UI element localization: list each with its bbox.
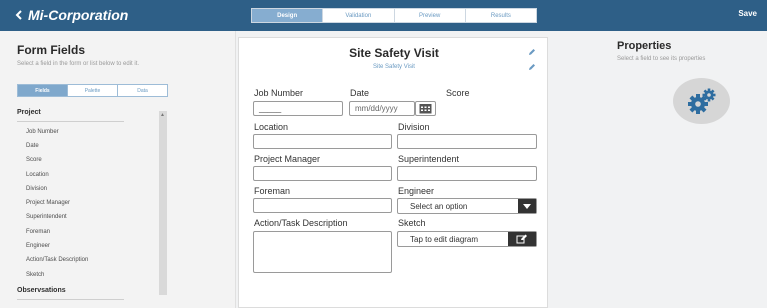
gears-icon bbox=[673, 78, 730, 124]
sketch-value: Tap to edit diagram bbox=[410, 234, 479, 244]
tab-palette[interactable]: Palette bbox=[67, 85, 117, 96]
panel-subtitle: Select a field in the form or list below… bbox=[17, 61, 140, 67]
engineer-select-value: Select an option bbox=[410, 201, 468, 211]
calendar-icon bbox=[419, 104, 432, 114]
list-item[interactable]: Foreman bbox=[26, 229, 50, 235]
divider bbox=[17, 121, 124, 122]
location-label: Location bbox=[254, 122, 289, 132]
mode-tabs: Design Validation Preview Results bbox=[251, 8, 537, 23]
calendar-button[interactable] bbox=[415, 101, 436, 116]
list-item[interactable]: Engineer bbox=[26, 243, 50, 249]
list-item[interactable]: Superintendent bbox=[26, 214, 67, 220]
scroll-up-icon[interactable]: ▲ bbox=[160, 112, 165, 118]
back-button[interactable]: Mi-Corporation bbox=[15, 7, 128, 23]
form-subtitle[interactable]: Site Safety Visit bbox=[239, 64, 549, 70]
tab-validation[interactable]: Validation bbox=[322, 9, 393, 22]
edit-diagram-icon[interactable] bbox=[508, 232, 536, 246]
form-title[interactable]: Site Safety Visit bbox=[239, 46, 549, 60]
edit-title-icon[interactable] bbox=[528, 48, 536, 56]
project-manager-label: Project Manager bbox=[254, 154, 321, 164]
job-number-field[interactable]: _____ bbox=[253, 101, 343, 116]
list-item[interactable]: Division bbox=[26, 186, 47, 192]
sketch-label: Sketch bbox=[398, 218, 426, 228]
properties-subtitle: Select a field to see its properties bbox=[617, 56, 706, 62]
foreman-label: Foreman bbox=[254, 186, 291, 196]
project-manager-field[interactable] bbox=[253, 166, 392, 181]
tab-results[interactable]: Results bbox=[464, 9, 536, 22]
engineer-label: Engineer bbox=[398, 186, 435, 196]
chevron-down-icon bbox=[518, 199, 536, 213]
group-observations[interactable]: Observsations bbox=[17, 287, 66, 294]
action-task-textarea[interactable] bbox=[253, 231, 392, 273]
list-item[interactable]: Project Manager bbox=[26, 200, 70, 206]
list-item[interactable]: Action/Task Description bbox=[26, 257, 88, 263]
save-button[interactable]: Save bbox=[738, 9, 757, 18]
tab-design[interactable]: Design bbox=[252, 9, 323, 22]
edit-subtitle-icon[interactable] bbox=[528, 63, 536, 71]
chevron-left-icon bbox=[15, 10, 22, 20]
form-fields-panel: Form Fields Select a field in the form o… bbox=[0, 31, 236, 308]
superintendent-field[interactable] bbox=[397, 166, 537, 181]
location-field[interactable] bbox=[253, 134, 392, 149]
tab-data[interactable]: Data bbox=[117, 85, 167, 96]
form-canvas: Site Safety Visit Site Safety Visit Job … bbox=[238, 37, 548, 308]
top-bar: Mi-Corporation Design Validation Preview… bbox=[0, 0, 767, 31]
sketch-field[interactable]: Tap to edit diagram bbox=[397, 231, 537, 247]
back-label: Mi-Corporation bbox=[28, 7, 129, 23]
group-project[interactable]: Project bbox=[17, 109, 41, 116]
panel-tabs: Fields Palette Data bbox=[17, 84, 168, 97]
list-item[interactable]: Date bbox=[26, 143, 39, 149]
tab-preview[interactable]: Preview bbox=[393, 9, 465, 22]
superintendent-label: Superintendent bbox=[398, 154, 460, 164]
panel-title: Form Fields bbox=[17, 43, 86, 57]
list-item[interactable]: Sketch bbox=[26, 272, 44, 278]
job-number-label: Job Number bbox=[254, 88, 304, 98]
foreman-field[interactable] bbox=[253, 198, 392, 213]
list-item[interactable]: Score bbox=[26, 157, 42, 163]
date-label: Date bbox=[350, 88, 370, 98]
tab-fields[interactable]: Fields bbox=[18, 85, 67, 96]
scrollbar[interactable] bbox=[159, 111, 167, 295]
properties-title: Properties bbox=[617, 40, 672, 52]
score-label: Score bbox=[446, 88, 470, 98]
list-item[interactable]: Job Number bbox=[26, 129, 59, 135]
list-item[interactable]: Location bbox=[26, 172, 49, 178]
date-field[interactable]: mm/dd/yyyy bbox=[349, 101, 415, 116]
engineer-select[interactable]: Select an option bbox=[397, 198, 537, 214]
division-field[interactable] bbox=[397, 134, 537, 149]
divider bbox=[17, 299, 124, 300]
action-task-label: Action/Task Description bbox=[254, 218, 348, 228]
division-label: Division bbox=[398, 122, 430, 132]
